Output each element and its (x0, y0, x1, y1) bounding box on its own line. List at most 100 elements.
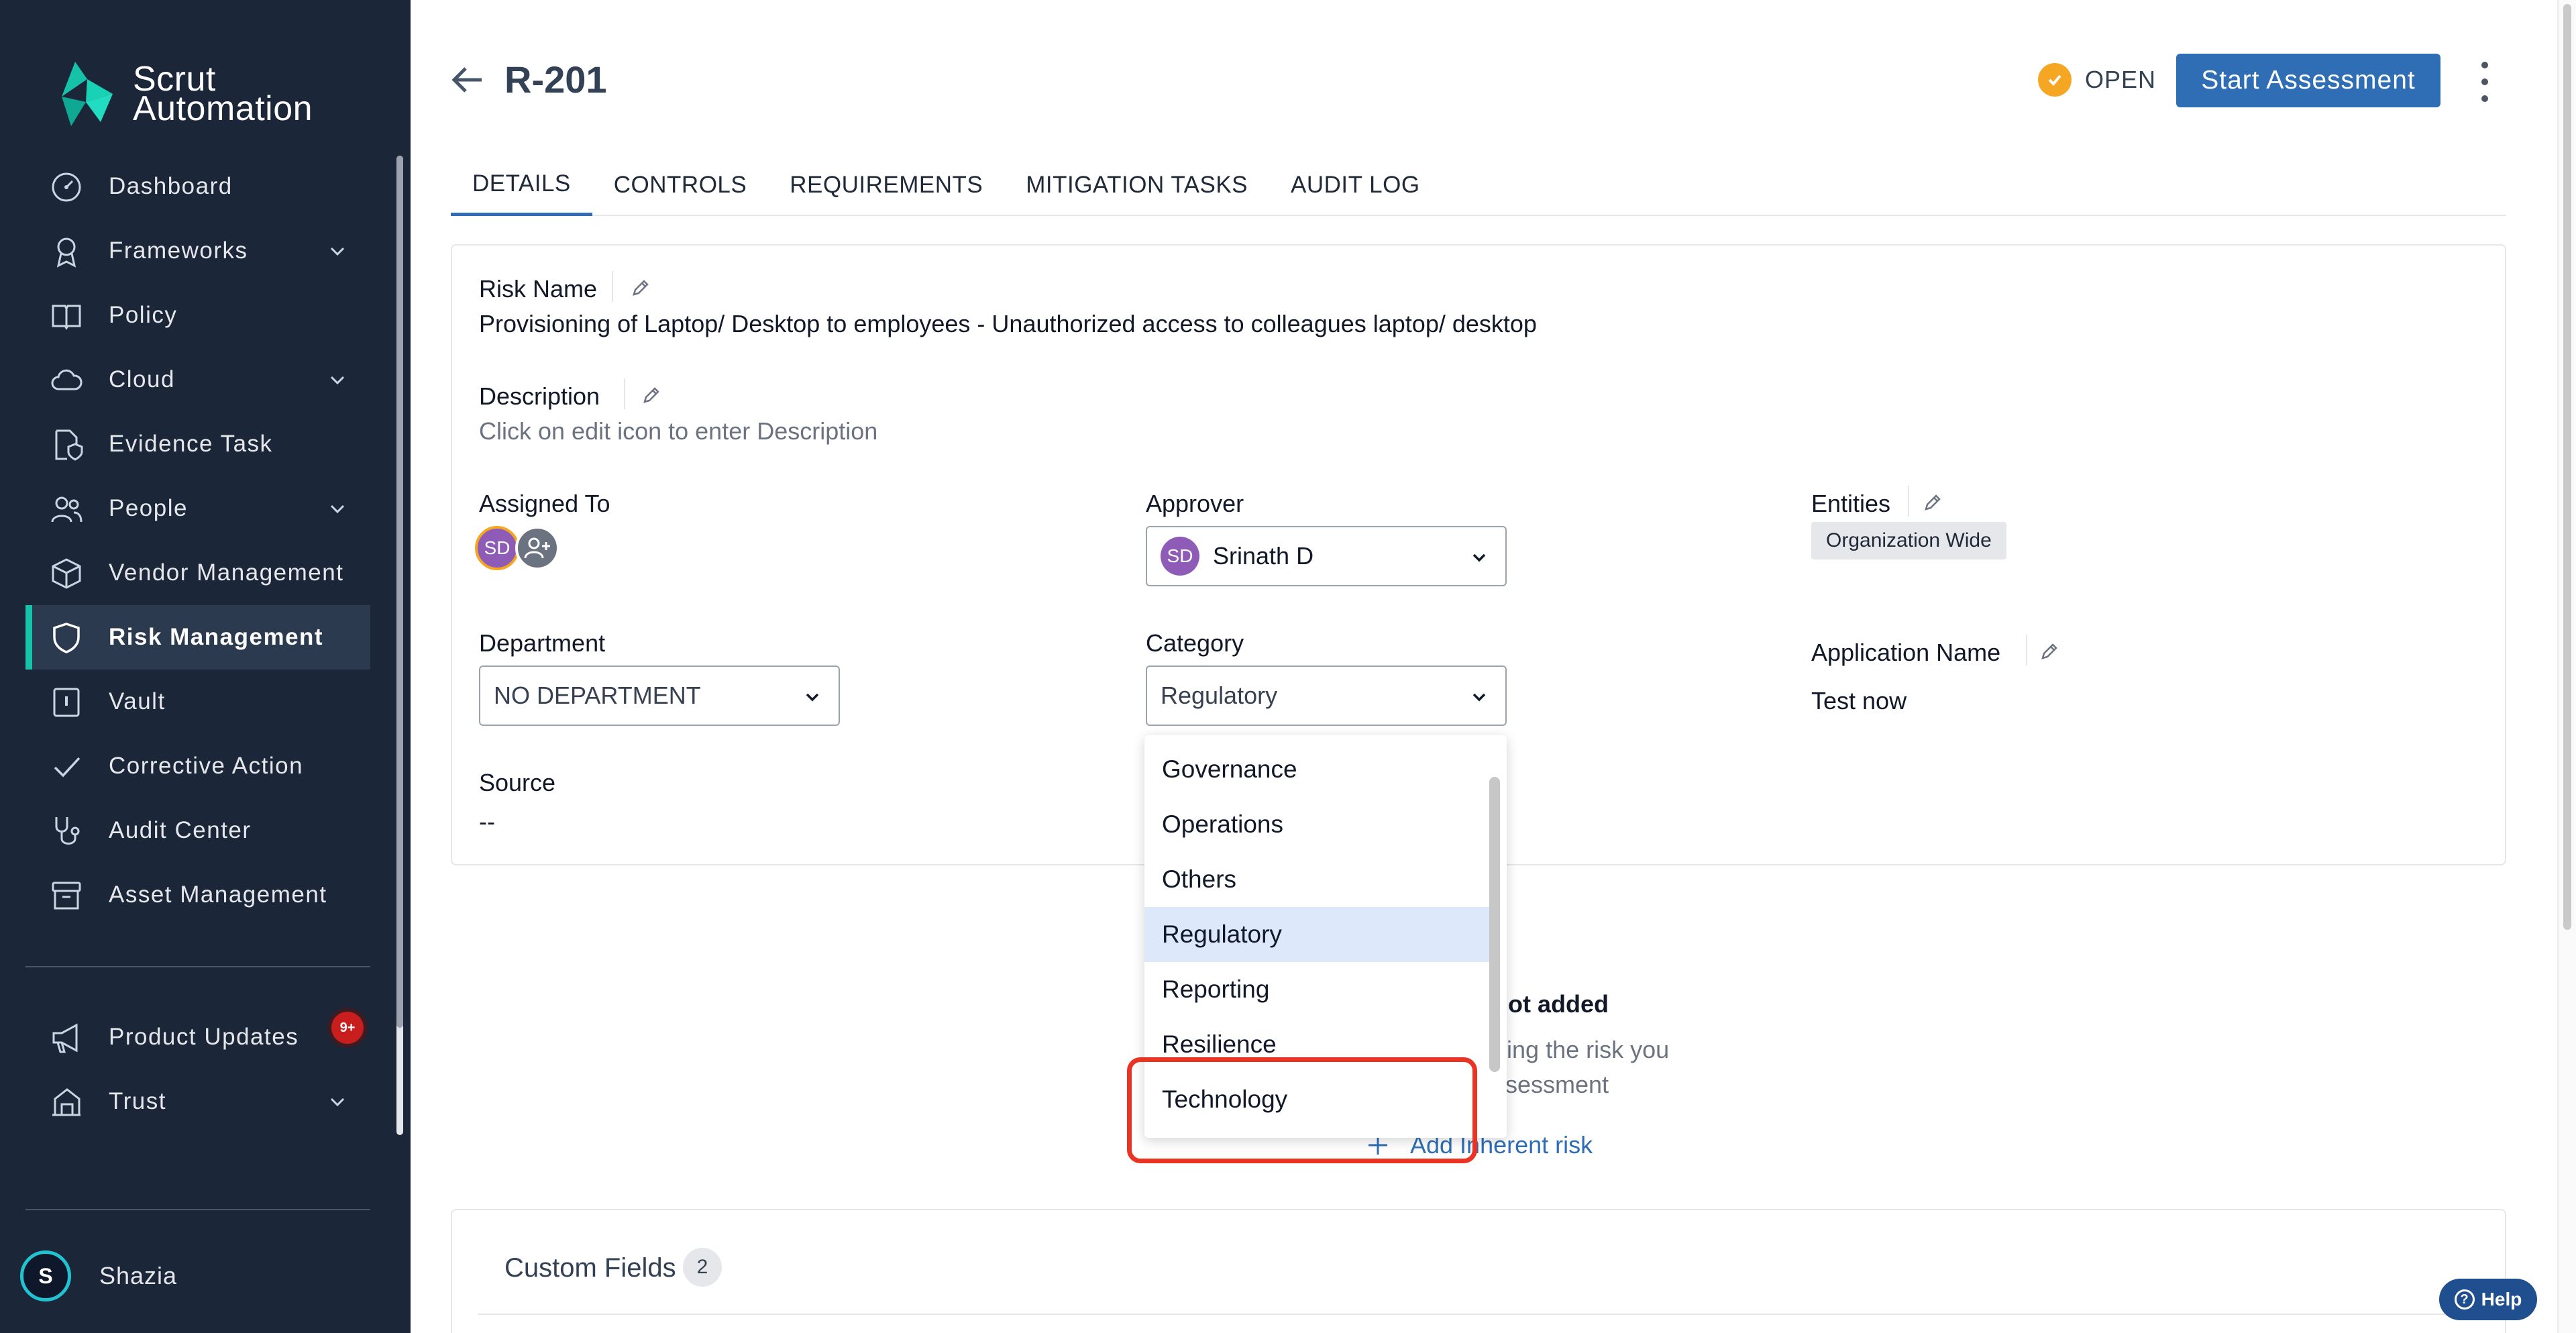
check-icon (54, 757, 80, 778)
dropdown-option-reporting[interactable]: Reporting (1144, 962, 1489, 1017)
dropdown-option-regulatory[interactable]: Regulatory (1144, 907, 1489, 962)
archive-icon (52, 882, 81, 910)
status-badge: OPEN (2085, 66, 2157, 93)
add-assignee-icon[interactable] (515, 526, 559, 570)
sidebar-item-people[interactable]: People (25, 476, 370, 541)
back-arrow-icon[interactable] (449, 62, 486, 98)
field-separator (624, 378, 625, 409)
award-icon (56, 237, 76, 268)
start-assessment-button[interactable]: Start Assessment (2176, 54, 2440, 107)
sidebar: Scrut Automation Dashboard Frameworks Po… (0, 0, 411, 1333)
sidebar-bottom-nav: Product Updates Trust (25, 1005, 370, 1134)
tab-audit-log[interactable]: AUDIT LOG (1269, 154, 1442, 216)
sidebar-item-audit-center[interactable]: Audit Center (25, 798, 370, 863)
box-icon (52, 558, 81, 589)
dropdown-option-governance[interactable]: Governance (1144, 742, 1489, 797)
cloud-icon (51, 369, 83, 390)
entity-tag: Organization Wide (1811, 522, 2006, 559)
risk-name-label: Risk Name (479, 275, 598, 303)
sidebar-item-cloud[interactable]: Cloud (25, 348, 370, 412)
annotation-highlight-box (1127, 1057, 1477, 1163)
help-button[interactable]: ? Help (2439, 1279, 2537, 1320)
approver-select[interactable]: SD Srinath D (1146, 526, 1507, 586)
sidebar-item-asset-management[interactable]: Asset Management (25, 863, 370, 927)
chevron-down-icon (330, 247, 345, 256)
user-name: Shazia (99, 1262, 178, 1289)
edit-pencil-icon[interactable] (2039, 641, 2059, 661)
brand-name: Scrut Automation (133, 60, 313, 128)
assignee-list: SD (475, 526, 559, 570)
vault-icon (53, 688, 80, 717)
sidebar-item-evidence-task[interactable]: Evidence Task (25, 412, 370, 476)
shield-icon (53, 623, 80, 653)
department-select[interactable]: NO DEPARTMENT (479, 665, 840, 726)
field-separator (612, 271, 613, 302)
tab-bar: DETAILS CONTROLS REQUIREMENTS MITIGATION… (451, 154, 2506, 216)
inherent-risk-empty-text: ssessment (1493, 1071, 1609, 1098)
sidebar-item-label: Cloud (109, 366, 175, 392)
sidebar-item-label: Policy (109, 302, 178, 328)
sidebar-item-risk-management[interactable]: Risk Management (25, 605, 370, 670)
assigned-to-label: Assigned To (479, 490, 610, 517)
sidebar-item-frameworks[interactable]: Frameworks (25, 219, 370, 283)
edit-pencil-icon[interactable] (641, 385, 661, 405)
people-icon (51, 496, 83, 523)
edit-pencil-icon[interactable] (1923, 492, 1943, 513)
page-scrollbar-thumb[interactable] (2563, 4, 2571, 930)
chevron-down-icon (806, 693, 819, 702)
chevron-down-icon (330, 1098, 345, 1107)
sidebar-nav: Dashboard Frameworks Policy Cloud Eviden… (25, 154, 370, 927)
question-icon: ? (2454, 1289, 2475, 1310)
sidebar-scrollbar-thumb[interactable] (396, 156, 403, 1028)
tab-mitigation-tasks[interactable]: MITIGATION TASKS (1004, 154, 1269, 216)
sidebar-item-label: Evidence Task (109, 431, 273, 457)
approver-label: Approver (1146, 490, 1244, 517)
application-name-value: Test now (1811, 687, 1907, 714)
dropdown-option-operations[interactable]: Operations (1144, 797, 1489, 852)
category-select[interactable]: Regulatory (1146, 665, 1507, 726)
status-check-icon (2038, 63, 2072, 97)
sidebar-item-corrective-action[interactable]: Corrective Action (25, 734, 370, 798)
notification-badge: 9+ (331, 1012, 364, 1044)
dropdown-option-others[interactable]: Others (1144, 852, 1489, 907)
tab-controls[interactable]: CONTROLS (592, 154, 768, 216)
sidebar-item-vault[interactable]: Vault (25, 670, 370, 734)
trust-icon (52, 1088, 80, 1116)
tab-details[interactable]: DETAILS (451, 154, 592, 216)
inherent-risk-empty-title: not added (1493, 990, 1609, 1018)
sidebar-item-label: Dashboard (109, 173, 233, 199)
sidebar-divider (25, 966, 370, 967)
description-placeholder: Click on edit icon to enter Description (479, 417, 878, 445)
user-profile[interactable]: S Shazia (20, 1250, 177, 1301)
sidebar-item-label: Vendor Management (109, 559, 344, 586)
sidebar-scrollbar[interactable] (396, 156, 403, 1135)
application-name-label: Application Name (1811, 639, 2001, 666)
source-value: -- (479, 808, 495, 835)
book-icon (52, 305, 81, 330)
sidebar-item-label: People (109, 495, 188, 521)
more-options-icon[interactable] (2477, 62, 2493, 102)
avatar[interactable]: SD (475, 526, 519, 570)
risk-name-value: Provisioning of Laptop/ Desktop to emplo… (479, 310, 1537, 337)
scrut-logo-icon (62, 62, 113, 126)
chevron-down-icon (1472, 553, 1486, 562)
page-scrollbar[interactable] (2557, 0, 2576, 1333)
sidebar-item-label: Trust (109, 1088, 166, 1114)
sidebar-item-product-updates[interactable]: Product Updates (25, 1005, 370, 1069)
brand-logo[interactable]: Scrut Automation (48, 59, 313, 129)
chevron-down-icon (330, 504, 345, 514)
edit-pencil-icon[interactable] (631, 278, 651, 298)
page-title: R-201 (504, 58, 607, 101)
help-label: Help (2481, 1289, 2522, 1310)
tab-requirements[interactable]: REQUIREMENTS (768, 154, 1004, 216)
sidebar-item-vendor-management[interactable]: Vendor Management (25, 541, 370, 605)
description-label: Description (479, 382, 600, 410)
sidebar-item-dashboard[interactable]: Dashboard (25, 154, 370, 219)
avatar: SD (1161, 537, 1199, 576)
dropdown-scrollbar[interactable] (1489, 777, 1500, 1072)
sidebar-item-trust[interactable]: Trust (25, 1069, 370, 1134)
sidebar-item-policy[interactable]: Policy (25, 283, 370, 348)
custom-fields-divider (478, 1314, 2481, 1315)
sidebar-item-label: Asset Management (109, 882, 327, 908)
sidebar-item-label: Product Updates (109, 1024, 299, 1050)
